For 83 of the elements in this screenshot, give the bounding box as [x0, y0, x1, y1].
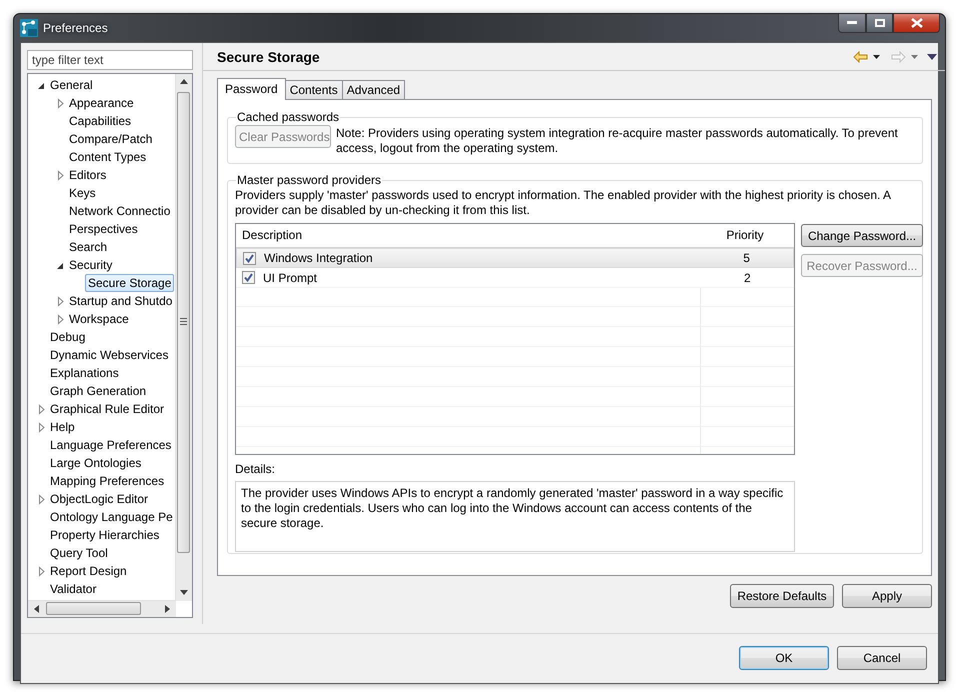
tree-item[interactable]: Workspace: [66, 310, 132, 328]
tree-item[interactable]: Secure Storage: [85, 274, 174, 292]
tree-item[interactable]: ObjectLogic Editor: [47, 490, 152, 508]
tree-item[interactable]: Language Preferences: [47, 436, 174, 454]
dialog-button[interactable]: OK: [739, 646, 829, 670]
collapsed-arrow-icon[interactable]: [36, 404, 47, 414]
scroll-thumb[interactable]: [46, 602, 141, 615]
collapsed-arrow-icon[interactable]: [36, 422, 47, 432]
collapsed-arrow-icon[interactable]: [36, 494, 47, 504]
maximize-icon: [874, 19, 884, 27]
scroll-right-icon[interactable]: [165, 605, 170, 613]
vertical-scrollbar[interactable]: [175, 74, 192, 601]
collapsed-arrow-icon[interactable]: [55, 98, 66, 108]
details-label: Details:: [235, 462, 276, 477]
column-header[interactable]: Priority: [700, 224, 790, 247]
collapsed-arrow-icon[interactable]: [55, 296, 66, 306]
close-icon: [910, 18, 922, 28]
tree-item[interactable]: Report Design: [47, 562, 130, 580]
minimize-button[interactable]: [838, 14, 866, 33]
tree-item[interactable]: Perspectives: [66, 220, 141, 238]
description-text: Providers supply 'master' passwords used to encrypt information. The enabled provider with the highest priority is chosen. A provider can be disabled by un-checking it from this list.: [235, 188, 892, 218]
tree-item[interactable]: Graphical Rule Editor: [47, 400, 168, 418]
back-arrow-icon[interactable]: [853, 50, 868, 62]
tree-item[interactable]: Validator: [47, 580, 100, 598]
maximize-button[interactable]: [866, 14, 893, 33]
table-cell-text: UI Prompt: [263, 270, 318, 284]
password-button[interactable]: Change Password...: [801, 224, 923, 247]
tree-item[interactable]: Content Types: [66, 148, 150, 166]
column-header[interactable]: Description: [236, 224, 700, 247]
tree-item[interactable]: Security: [66, 256, 116, 274]
scroll-thumb[interactable]: [177, 92, 190, 553]
tab[interactable]: Contents: [284, 80, 343, 99]
tree-item[interactable]: Compare/Patch: [66, 130, 156, 148]
tree-item[interactable]: Dynamic Webservices: [47, 346, 172, 364]
tree-item[interactable]: Graph Generation: [47, 382, 150, 400]
scroll-left-icon[interactable]: [34, 605, 39, 613]
scroll-up-icon[interactable]: [180, 79, 188, 84]
tree-item[interactable]: Mapping Preferences: [47, 472, 168, 490]
window-title: Preferences: [43, 21, 108, 35]
note-text: Note: Providers using operating system integration re-acquire master passwords automatically. To prevent access, logout from the operating system.: [336, 125, 899, 156]
tree-item[interactable]: Search: [66, 238, 110, 256]
dialog-button[interactable]: Cancel: [837, 646, 927, 670]
details-field[interactable]: The provider uses Windows APIs to encrypt a randomly generated 'master' password in a way specific to the login credentials. Users who can log into the Windows account can access contents of the secure storage.: [235, 481, 795, 552]
table-cell-text: 5: [742, 251, 751, 265]
caret-icon[interactable]: [873, 54, 880, 58]
scroll-down-icon[interactable]: [180, 590, 188, 595]
table-cell-text: Windows Integration: [264, 251, 374, 265]
app-icon: [20, 19, 38, 37]
close-button[interactable]: [893, 14, 940, 33]
view-menu-icon[interactable]: [927, 54, 937, 60]
tree-item[interactable]: Debug: [47, 328, 88, 346]
table-row[interactable]: UI Prompt 2: [236, 268, 794, 288]
tree-item[interactable]: Help: [47, 418, 78, 436]
tree-item[interactable]: Keys: [66, 184, 99, 202]
page-title: Secure Storage: [217, 48, 320, 64]
page-button[interactable]: Apply: [842, 584, 932, 608]
tab[interactable]: Password: [217, 78, 286, 100]
checkbox[interactable]: [242, 271, 255, 284]
filter-field[interactable]: type filter text: [27, 50, 193, 70]
table-cell-text: 2: [743, 270, 752, 284]
tree-item[interactable]: Property Hierarchies: [47, 526, 162, 544]
collapsed-arrow-icon[interactable]: [55, 170, 66, 180]
grip-icon: [180, 318, 187, 325]
tree-item[interactable]: Explanations: [47, 364, 122, 382]
collapsed-arrow-icon[interactable]: [55, 314, 66, 324]
tree-item[interactable]: Network Connectio: [66, 202, 174, 220]
tree-item[interactable]: Capabilities: [66, 112, 134, 130]
horizontal-scrollbar[interactable]: [28, 600, 176, 617]
table-row[interactable]: Windows Integration 5: [236, 248, 794, 268]
tree-item[interactable]: General: [47, 76, 96, 94]
tree-item[interactable]: Large Ontologies: [47, 454, 144, 472]
tree-item[interactable]: Ontology Language Pe: [47, 508, 176, 526]
page-button[interactable]: Restore Defaults: [730, 584, 834, 608]
tree-item[interactable]: Query Tool: [47, 544, 111, 562]
tree-item[interactable]: Startup and Shutdo: [66, 292, 176, 310]
collapsed-arrow-icon[interactable]: [36, 566, 47, 576]
checkbox[interactable]: [243, 252, 256, 264]
tab[interactable]: Advanced: [342, 80, 406, 99]
group-label: Master password providers: [236, 173, 382, 187]
minimize-icon: [847, 21, 857, 25]
tree-item[interactable]: Editors: [66, 166, 110, 184]
group-label: Cached passwords: [236, 110, 340, 124]
tree-item[interactable]: Appearance: [66, 94, 137, 112]
